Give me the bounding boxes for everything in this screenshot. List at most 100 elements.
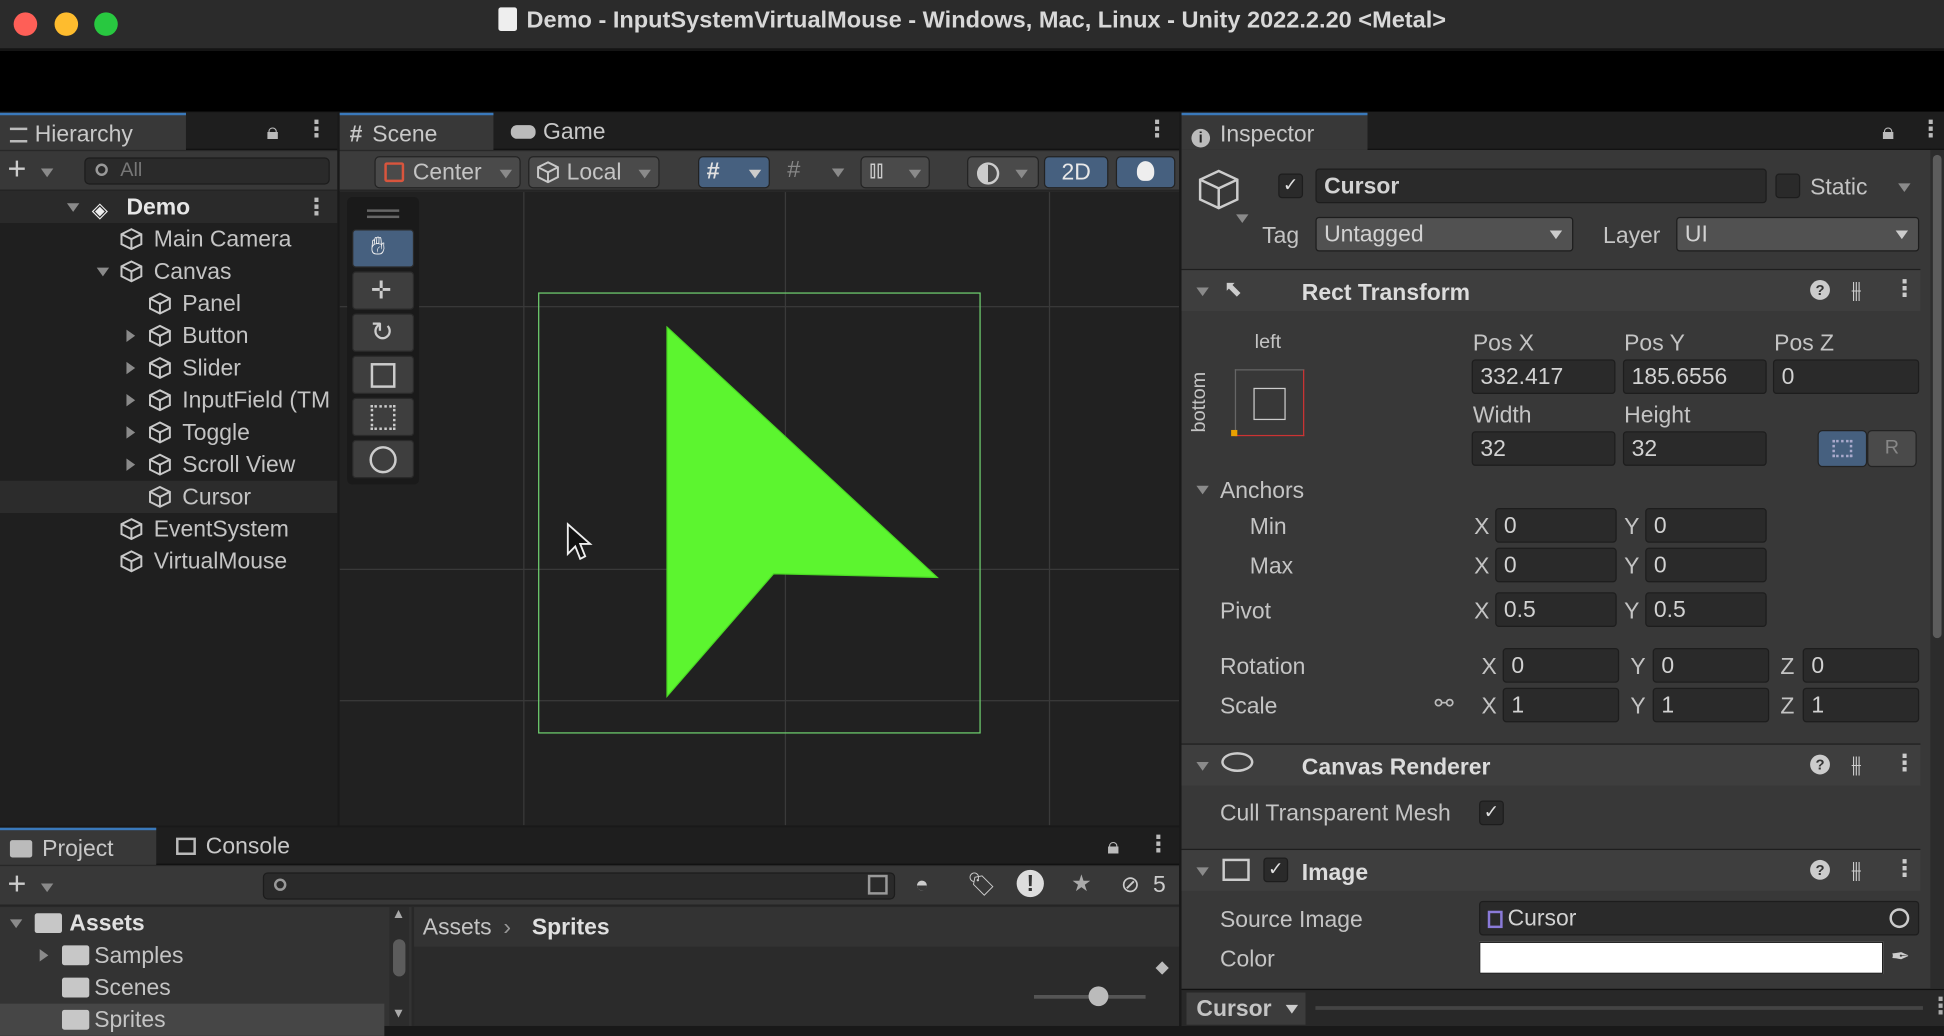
width-field[interactable]: 32 [1471, 431, 1616, 466]
pos-y-field[interactable]: 185.6556 [1622, 359, 1767, 395]
more-options-icon[interactable]: ⋮ [1146, 115, 1169, 142]
rotation-y-field[interactable]: 0 [1652, 648, 1770, 683]
collapsed-icon[interactable] [126, 426, 136, 439]
active-checkbox[interactable]: ✓ [1278, 173, 1304, 199]
chevron-down-icon[interactable] [40, 168, 54, 178]
mode-2d-toggle[interactable]: 2D [1043, 156, 1109, 189]
tab-project[interactable]: Project [0, 827, 157, 865]
increment-snap-button[interactable]: # [782, 156, 851, 188]
hierarchy-item[interactable]: Scroll View [0, 449, 337, 481]
pos-x-field[interactable]: 332.417 [1471, 359, 1616, 395]
footer-menu-icon[interactable]: ⋮ [1929, 993, 1944, 1020]
canvas-renderer-header[interactable]: Canvas Renderer ? ⫵ ⋮ [1181, 743, 1921, 786]
more-options-icon[interactable]: ⋮ [1919, 115, 1942, 142]
filter-by-label-icon[interactable]: 🏷︎ [967, 871, 996, 898]
rotate-tool[interactable]: ↻ [352, 313, 415, 352]
help-icon[interactable]: ? [1810, 754, 1830, 775]
tab-inspector[interactable]: i Inspector [1181, 112, 1368, 150]
tab-scene[interactable]: # Scene [339, 112, 494, 150]
hierarchy-item[interactable]: EventSystem [0, 513, 337, 545]
component-menu-icon[interactable]: ⋮ [1893, 855, 1916, 882]
anchor-presets-button[interactable] [1231, 369, 1305, 437]
anchor-min-x-field[interactable]: 0 [1495, 508, 1617, 543]
rect-transform-header[interactable]: ⬉ Rect Transform ? ⫵ ⋮ [1181, 268, 1921, 312]
scale-x-field[interactable]: 1 [1502, 687, 1620, 723]
object-name-input[interactable]: Cursor [1315, 168, 1767, 204]
pivot-dropdown[interactable]: Center [374, 156, 521, 189]
expand-icon[interactable] [96, 267, 110, 277]
scale-tool[interactable] [352, 355, 415, 395]
folder-row[interactable]: Samples [0, 939, 384, 971]
source-image-field[interactable]: Cursor [1479, 900, 1920, 936]
scroll-up-icon[interactable]: ◆ [1155, 957, 1168, 978]
hierarchy-item[interactable]: Slider [0, 352, 337, 384]
lock-icon[interactable]: 🔒︎ [267, 118, 279, 145]
lock-icon[interactable]: 🔒︎ [1882, 118, 1894, 145]
scene-row[interactable]: ◈ Demo ⋮ [0, 190, 338, 224]
presets-icon[interactable]: ⫵ [1851, 856, 1862, 883]
hierarchy-item-selected[interactable]: Cursor [0, 480, 338, 513]
expand-icon[interactable] [9, 919, 23, 929]
help-icon[interactable]: ? [1810, 280, 1830, 300]
eyedropper-icon[interactable]: ✒︎ [1891, 943, 1910, 970]
scene-menu-icon[interactable]: ⋮ [305, 191, 328, 223]
layer-dropdown[interactable]: UI [1676, 216, 1920, 252]
object-picker-icon[interactable] [1889, 908, 1910, 929]
rect-tool[interactable] [352, 397, 415, 437]
pos-z-field[interactable]: 0 [1772, 359, 1920, 395]
component-menu-icon[interactable]: ⋮ [1893, 750, 1916, 777]
shading-mode-button[interactable] [967, 156, 1039, 189]
collapsed-icon[interactable] [126, 458, 136, 471]
color-swatch[interactable] [1479, 941, 1884, 974]
collapsed-icon[interactable] [126, 394, 136, 407]
filter-by-type-icon[interactable]: ◓ [915, 871, 929, 898]
collapsed-icon[interactable] [126, 361, 136, 375]
help-icon[interactable]: ? [1810, 859, 1830, 880]
hidden-packages-icon[interactable]: ⊘ [1121, 871, 1140, 898]
anchors-collapse-icon[interactable] [1196, 485, 1209, 495]
move-tool[interactable]: ✛ [352, 271, 415, 310]
image-enabled-checkbox[interactable]: ✓ [1263, 857, 1289, 883]
lighting-toggle[interactable] [1115, 156, 1176, 189]
scale-y-field[interactable]: 1 [1652, 687, 1770, 723]
inspector-scrollbar[interactable] [1930, 149, 1944, 989]
thumbnail-size-slider[interactable] [1033, 986, 1146, 1007]
more-options-icon[interactable]: ⋮ [1147, 830, 1170, 857]
folder-row[interactable]: Assets [0, 907, 384, 939]
preview-dropdown[interactable]: Cursor [1186, 992, 1306, 1025]
collapse-icon[interactable] [1196, 762, 1209, 771]
collapse-icon[interactable] [1196, 287, 1209, 297]
cull-transparent-mesh-checkbox[interactable]: ✓ [1479, 800, 1504, 826]
tab-game[interactable]: Game [501, 113, 637, 150]
tab-console[interactable]: Console [166, 828, 327, 865]
pivot-x-field[interactable]: 0.5 [1495, 592, 1617, 627]
scene-viewport[interactable]: ✋︎ ✛ ↻ [339, 192, 1180, 826]
breadcrumb-sprites[interactable]: Sprites [532, 907, 610, 947]
hierarchy-search-input[interactable]: All [84, 157, 330, 185]
grid-snap-button[interactable]: # [698, 156, 770, 189]
expand-icon[interactable] [66, 203, 80, 212]
hierarchy-item[interactable]: Toggle [0, 416, 337, 448]
collapsed-icon[interactable] [39, 949, 49, 962]
chevron-down-icon[interactable] [40, 883, 54, 893]
rotation-x-field[interactable]: 0 [1502, 648, 1620, 683]
scroll-down-icon[interactable]: ▼ [392, 1006, 406, 1021]
scale-z-field[interactable]: 1 [1802, 687, 1920, 723]
hierarchy-item[interactable]: VirtualMouse [0, 545, 337, 577]
search-scope-icon[interactable] [867, 874, 888, 895]
warning-filter-icon[interactable]: ! [1016, 869, 1044, 898]
favorite-star-icon[interactable]: ★ [1071, 870, 1092, 897]
hierarchy-item[interactable]: Panel [0, 287, 337, 319]
add-icon[interactable]: + [7, 150, 26, 188]
breadcrumb-assets[interactable]: Assets [423, 907, 492, 947]
anchor-max-y-field[interactable]: 0 [1645, 547, 1767, 583]
presets-icon[interactable]: ⫵ [1851, 276, 1862, 303]
presets-icon[interactable]: ⫵ [1851, 751, 1862, 778]
anchor-max-x-field[interactable]: 0 [1495, 547, 1617, 583]
raw-edit-button[interactable]: R [1867, 429, 1917, 468]
more-options-icon[interactable]: ⋮ [305, 115, 328, 142]
pivot-y-field[interactable]: 0.5 [1645, 592, 1767, 627]
lock-icon[interactable]: 🔒︎ [1107, 833, 1119, 860]
space-dropdown[interactable]: Local [528, 156, 660, 189]
hierarchy-item[interactable]: InputField (TM [0, 384, 337, 416]
